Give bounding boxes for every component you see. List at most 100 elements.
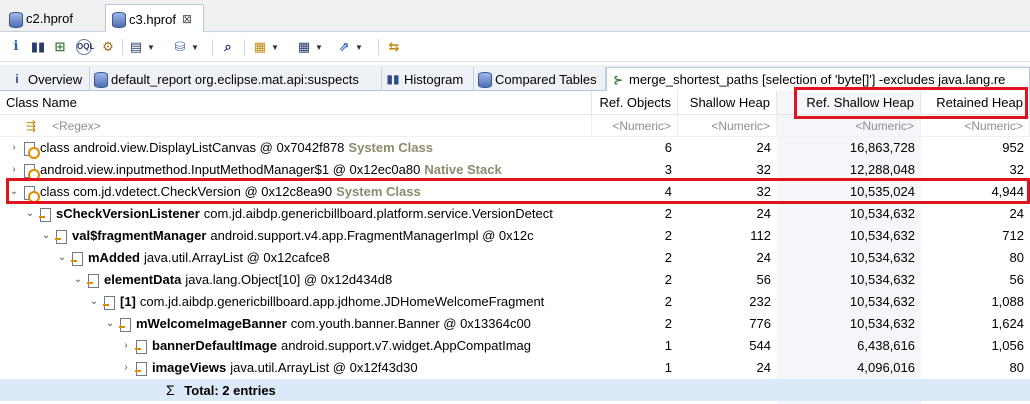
collapse-arrow-icon[interactable]: ⌄ [24,203,36,225]
table-row[interactable]: ⌄ mAdded java.util.ArrayList @ 0x12cafce8 2… [0,247,1030,269]
object-label: java.lang.Object[10] @ 0x12d434d8 [185,272,393,287]
retained-heap-cell: 24 [1009,206,1024,221]
toolbar-separator [244,39,245,55]
ref-objects-cell: 6 [664,140,672,155]
object-label: android.support.v4.app.FragmentManagerIm… [210,228,534,243]
search-icon[interactable]: ⌕ [220,38,236,56]
collapse-arrow-icon[interactable]: ⌄ [88,291,100,313]
ref-shallow-heap-cell: 10,535,024 [849,184,915,199]
shallow-heap-cell: 24 [756,206,771,221]
class-name-cell: › bannerDefaultImage android.support.v7.wi… [0,335,592,357]
editor-tab-c3[interactable]: c3.hprof ⊠ [105,4,204,33]
object-label: com.youth.banner.Banner @ 0x13364c00 [290,316,531,331]
tab-compared-tables[interactable]: Compared Tables [474,67,606,91]
close-icon[interactable]: ⊠ [182,12,192,26]
column-header-shallow-heap[interactable]: Shallow Heap [678,91,777,115]
tab-default-report[interactable]: default_report org.eclipse.mat.api:suspe… [90,67,382,91]
toolbar-separator [212,39,213,55]
field-object-icon [118,317,132,332]
report-icon [94,72,108,88]
tab-merge-shortest-paths[interactable]: ⊱ merge_shortest_paths [selection of 'by… [606,67,1030,91]
ref-objects-filter[interactable]: <Numeric> [592,115,678,137]
toolbar: i ▮▮ ⊞ OQL ⚙ ▤ ▼ ⛁ ▼ ⌕ ▦ ▼ ▦ ▼ ⇗ ▼ ⇆ [0,32,1030,62]
export-icon[interactable]: ⇗ ▼ [336,38,363,56]
ref-shallow-heap-cell: 6,438,616 [857,338,915,353]
table-row[interactable]: ⌄ elementData java.lang.Object[10] @ 0x12d… [0,269,1030,291]
expand-arrow-icon[interactable]: › [8,159,20,181]
ref-objects-cell: 1 [664,360,672,375]
field-name: mAdded [88,250,140,265]
table-row[interactable]: ⌄ mWelcomeImageBanner com.youth.banner.Ban… [0,313,1030,335]
ref-shallow-heap-cell: 10,534,632 [849,206,915,221]
filter-row: ⇶ <Regex> <Numeric> <Numeric> <Numeric> … [0,115,1030,137]
table-row[interactable]: ⌄ class com.jd.vdetect.CheckVersion @ 0x1… [0,181,1030,203]
collapse-arrow-icon[interactable]: ⌄ [104,313,116,335]
compare-icon[interactable]: ⇆ [386,38,402,56]
tab-overview[interactable]: i Overview [6,67,90,91]
gc-root-tag: System Class [348,140,433,155]
shallow-heap-cell: 32 [756,162,771,177]
dominator-tree-icon[interactable]: ⊞ [52,38,68,56]
collapse-arrow-icon[interactable]: ⌄ [8,181,20,203]
editor-tab-label: c2.hprof [26,11,73,26]
shallow-heap-filter[interactable]: <Numeric> [678,115,777,137]
class-name-cell: ⌄ mWelcomeImageBanner com.youth.banner.Ban… [0,313,592,335]
column-header-ref-shallow-heap[interactable]: Ref. Shallow Heap [777,91,921,115]
ref-shallow-heap-filter[interactable]: <Numeric> [777,115,921,137]
retained-heap-filter[interactable]: <Numeric> [921,115,1030,137]
ref-shallow-heap-cell: 10,534,632 [849,294,915,309]
class-name-cell: ⌄ sCheckVersionListener com.jd.aibdp.gener… [0,203,592,225]
field-object-icon [134,339,148,354]
collapse-arrow-icon[interactable]: ⌄ [72,269,84,291]
shallow-heap-cell: 544 [749,338,771,353]
collapse-arrow-icon[interactable]: ⌄ [56,247,68,269]
shallow-heap-cell: 24 [756,250,771,265]
editor-tab-c2[interactable]: c2.hprof [2,4,105,32]
table-row[interactable]: ⌄ sCheckVersionListener com.jd.aibdp.gener… [0,203,1030,225]
expand-arrow-icon[interactable]: › [120,335,132,357]
object-label: android.support.v7.widget.AppCompatImag [280,338,532,353]
run-report-icon[interactable]: ▤ ▼ [128,38,155,56]
field-name: [1] [120,294,136,309]
regex-filter-input[interactable]: ⇶ <Regex> [0,115,592,137]
editor-tab-label: c3.hprof [129,11,176,27]
calculate-retained-icon[interactable]: ▦ ▼ [296,38,323,56]
collapse-arrow-icon[interactable]: ⌄ [40,225,52,247]
retained-heap-cell: 4,944 [991,184,1024,199]
object-label: com.jd.aibdp.genericbillboard.app.jdhome… [139,294,545,309]
ref-objects-cell: 2 [664,250,672,265]
total-row: Σ Total: 2 entries [0,379,1030,401]
retained-heap-cell: 32 [1009,162,1024,177]
column-header-class-name[interactable]: Class Name [0,91,592,115]
column-header-ref-objects[interactable]: Ref. Objects [592,91,678,115]
column-header-retained-heap[interactable]: Retained Heap [921,91,1030,115]
table-row[interactable]: ⌄ val$fragmentManager android.support.v4.a… [0,225,1030,247]
expand-arrow-icon[interactable]: › [8,137,20,159]
heap-dump-overview-icon[interactable]: ⚙ [100,38,116,56]
table-row[interactable]: › android.view.inputmethod.InputMethodMan… [0,159,1030,181]
object-label: java.util.ArrayList @ 0x12cafce8 [144,250,330,265]
ref-objects-cell: 2 [664,316,672,331]
field-object-icon [54,229,68,244]
regex-filter-placeholder: <Regex> [52,119,101,133]
class-name-cell: ⌄ mAdded java.util.ArrayList @ 0x12cafce8 [0,247,592,269]
query-browser-icon[interactable]: ⛁ ▼ [172,38,199,56]
ref-shallow-heap-cell: 12,288,048 [849,162,915,177]
field-name: imageViews [152,360,227,375]
oql-icon[interactable]: OQL [76,38,94,56]
info-icon[interactable]: i [8,38,24,56]
table-row[interactable]: ⌄ [1] com.jd.aibdp.genericbillboard.app.jd… [0,291,1030,313]
table-row[interactable]: › imageViews java.util.ArrayList @ 0x12f43… [0,357,1030,379]
table-row[interactable]: › bannerDefaultImage android.support.v7.wi… [0,335,1030,357]
ref-objects-cell: 1 [664,338,672,353]
group-by-icon[interactable]: ▦ ▼ [252,38,279,56]
table-row[interactable]: › class android.view.DisplayListCanvas @ … [0,137,1030,159]
histogram-icon[interactable]: ▮▮ [30,38,46,56]
retained-heap-cell: 712 [1002,228,1024,243]
results-table: Class Name Ref. Objects Shallow Heap Ref… [0,91,1030,404]
expand-arrow-icon[interactable]: › [120,357,132,379]
field-name: elementData [104,272,182,287]
info-icon: i [15,72,19,86]
tab-histogram[interactable]: ▮▮ Histogram [382,67,474,91]
field-object-icon [38,207,52,222]
